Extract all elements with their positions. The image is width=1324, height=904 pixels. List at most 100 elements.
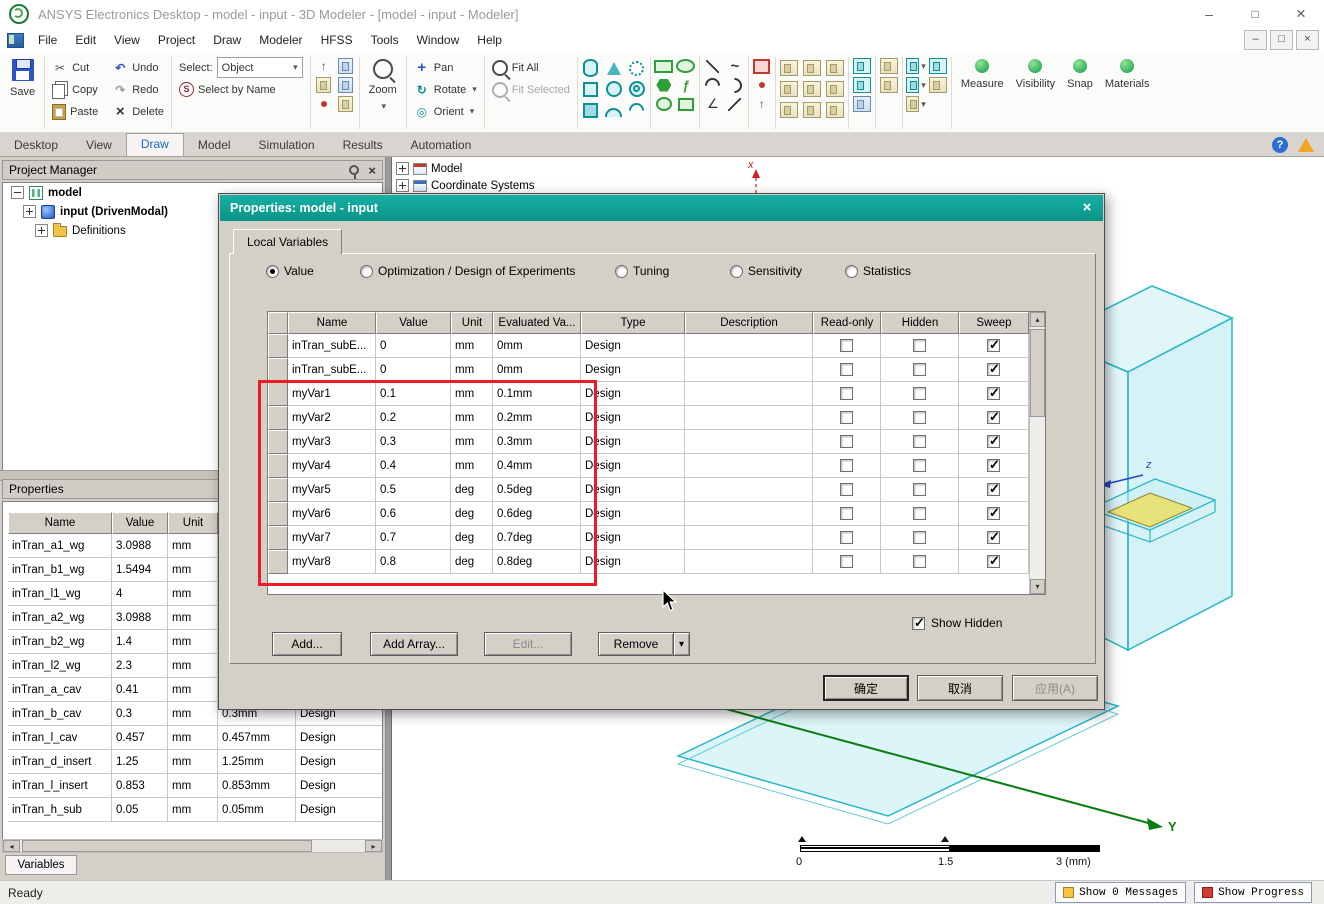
expander-icon[interactable]	[23, 205, 36, 218]
hidden-checkbox[interactable]	[913, 411, 926, 424]
readonly-checkbox[interactable]	[840, 435, 853, 448]
subtract-icon[interactable]	[928, 57, 948, 75]
maximize-icon[interactable]	[1232, 0, 1278, 28]
menu-item[interactable]: Window	[408, 32, 469, 48]
variable-row[interactable]: myVar7 0.7 deg 0.7deg Design	[268, 526, 1029, 550]
help-icon[interactable]	[1272, 137, 1288, 153]
cell-value[interactable]: 0.4	[376, 454, 451, 478]
select-vertex-icon[interactable]	[314, 95, 334, 113]
align-icon[interactable]	[825, 101, 845, 119]
ok-button[interactable]: 确定	[823, 675, 909, 701]
menu-item[interactable]: Help	[468, 32, 511, 48]
point-icon[interactable]	[752, 76, 772, 94]
next-behind-icon[interactable]	[314, 57, 334, 75]
expander-icon[interactable]	[396, 162, 409, 175]
split-icon[interactable]	[928, 76, 948, 94]
save-button[interactable]: Save	[4, 54, 41, 100]
add-array-button[interactable]: Add Array...	[370, 632, 458, 656]
cell-name[interactable]: myVar6	[288, 502, 376, 526]
region-icon[interactable]	[752, 57, 772, 75]
zoom-button[interactable]: Zoom	[363, 54, 403, 114]
polyline-icon[interactable]	[703, 95, 723, 113]
radio-option[interactable]: Optimization / Design of Experiments	[360, 264, 575, 278]
variable-row[interactable]: myVar5 0.5 deg 0.5deg Design	[268, 478, 1029, 502]
cell-unit[interactable]: mm	[451, 430, 493, 454]
radio-option[interactable]: Tuning	[615, 264, 669, 278]
pan-button[interactable]: Pan	[410, 57, 481, 78]
cell-description[interactable]	[685, 406, 813, 430]
minimize-icon[interactable]	[1186, 0, 1232, 28]
cell-description[interactable]	[685, 478, 813, 502]
move-origin-icon[interactable]	[336, 57, 356, 75]
hidden-checkbox[interactable]	[913, 363, 926, 376]
imprint-icon[interactable]	[905, 95, 926, 113]
menu-item[interactable]: File	[29, 32, 66, 48]
snap-button[interactable]: Snap	[1061, 54, 1099, 92]
spline-icon[interactable]	[725, 57, 745, 75]
col-evaluated-value[interactable]: Evaluated Va...	[493, 312, 581, 334]
variable-row[interactable]: myVar1 0.1 mm 0.1mm Design	[268, 382, 1029, 406]
rotate-button[interactable]: Rotate	[410, 79, 481, 100]
duplicate-line-icon[interactable]	[802, 80, 822, 98]
sweep-checkbox[interactable]	[987, 409, 1000, 425]
mdi-close-icon[interactable]	[1296, 30, 1319, 50]
cylinder-icon[interactable]	[581, 59, 601, 77]
tab-desktop[interactable]: Desktop	[0, 135, 72, 156]
box-icon[interactable]	[581, 80, 601, 98]
duplicate-mirror-icon[interactable]	[779, 101, 799, 119]
arc-center-icon[interactable]	[702, 74, 724, 96]
hidden-checkbox[interactable]	[913, 459, 926, 472]
variable-row[interactable]: inTran_subE... 0 mm 0mm Design	[268, 334, 1029, 358]
readonly-checkbox[interactable]	[840, 555, 853, 568]
cancel-button[interactable]: 取消	[917, 675, 1003, 701]
mdi-restore-icon[interactable]	[1270, 30, 1293, 50]
row-selector[interactable]	[268, 526, 288, 550]
hidden-checkbox[interactable]	[913, 339, 926, 352]
materials-button[interactable]: Materials	[1099, 54, 1156, 92]
variable-row[interactable]: myVar3 0.3 mm 0.3mm Design	[268, 430, 1029, 454]
col-type[interactable]: Type	[581, 312, 685, 334]
cell-name[interactable]: myVar8	[288, 550, 376, 574]
select-dropdown[interactable]: Object	[216, 57, 303, 78]
sweep-vector-icon[interactable]	[852, 95, 872, 113]
cell-unit[interactable]: deg	[451, 502, 493, 526]
cell-description[interactable]	[685, 526, 813, 550]
cell-name[interactable]: myVar2	[288, 406, 376, 430]
radio-option[interactable]: Sensitivity	[730, 264, 802, 278]
menu-item[interactable]: Project	[149, 32, 204, 48]
document-icon[interactable]	[7, 32, 24, 48]
scale-icon[interactable]	[802, 101, 822, 119]
cell-name[interactable]: inTran_subE...	[288, 358, 376, 382]
sweep-checkbox[interactable]	[987, 505, 1000, 521]
tab-draw[interactable]: Draw	[125, 133, 184, 156]
show-messages-button[interactable]: Show 0 Messages	[1055, 882, 1187, 903]
scroll-down-icon[interactable]	[1030, 579, 1045, 594]
readonly-checkbox[interactable]	[840, 411, 853, 424]
col-value[interactable]: Value	[376, 312, 451, 334]
cell-description[interactable]	[685, 502, 813, 526]
select-by-name-button[interactable]: Select by Name	[175, 79, 307, 100]
col-name[interactable]: Name	[8, 512, 112, 534]
offset-icon[interactable]	[779, 80, 799, 98]
col-unit[interactable]: Unit	[168, 512, 218, 534]
hidden-checkbox[interactable]	[913, 507, 926, 520]
scroll-thumb[interactable]	[22, 840, 312, 852]
col-name[interactable]: Name	[288, 312, 376, 334]
col-unit[interactable]: Unit	[451, 312, 493, 334]
remove-dropdown-icon[interactable]	[673, 632, 690, 656]
cell-unit[interactable]: deg	[451, 526, 493, 550]
uncover-faces-icon[interactable]	[879, 76, 899, 94]
rotate-copy-icon[interactable]	[802, 59, 822, 77]
scroll-left-icon[interactable]	[3, 840, 20, 852]
measure-button[interactable]: Measure	[955, 54, 1010, 92]
undo-button[interactable]: Undo	[108, 57, 168, 78]
redo-button[interactable]: Redo	[108, 79, 168, 100]
model-tree-item[interactable]: Model	[396, 160, 535, 177]
hidden-checkbox[interactable]	[913, 435, 926, 448]
dome-icon[interactable]	[604, 101, 624, 119]
row-selector[interactable]	[268, 478, 288, 502]
sweep-checkbox[interactable]	[987, 553, 1000, 569]
wrap-sheet-icon[interactable]	[852, 76, 872, 94]
row-selector[interactable]	[268, 502, 288, 526]
cell-unit[interactable]: mm	[451, 454, 493, 478]
